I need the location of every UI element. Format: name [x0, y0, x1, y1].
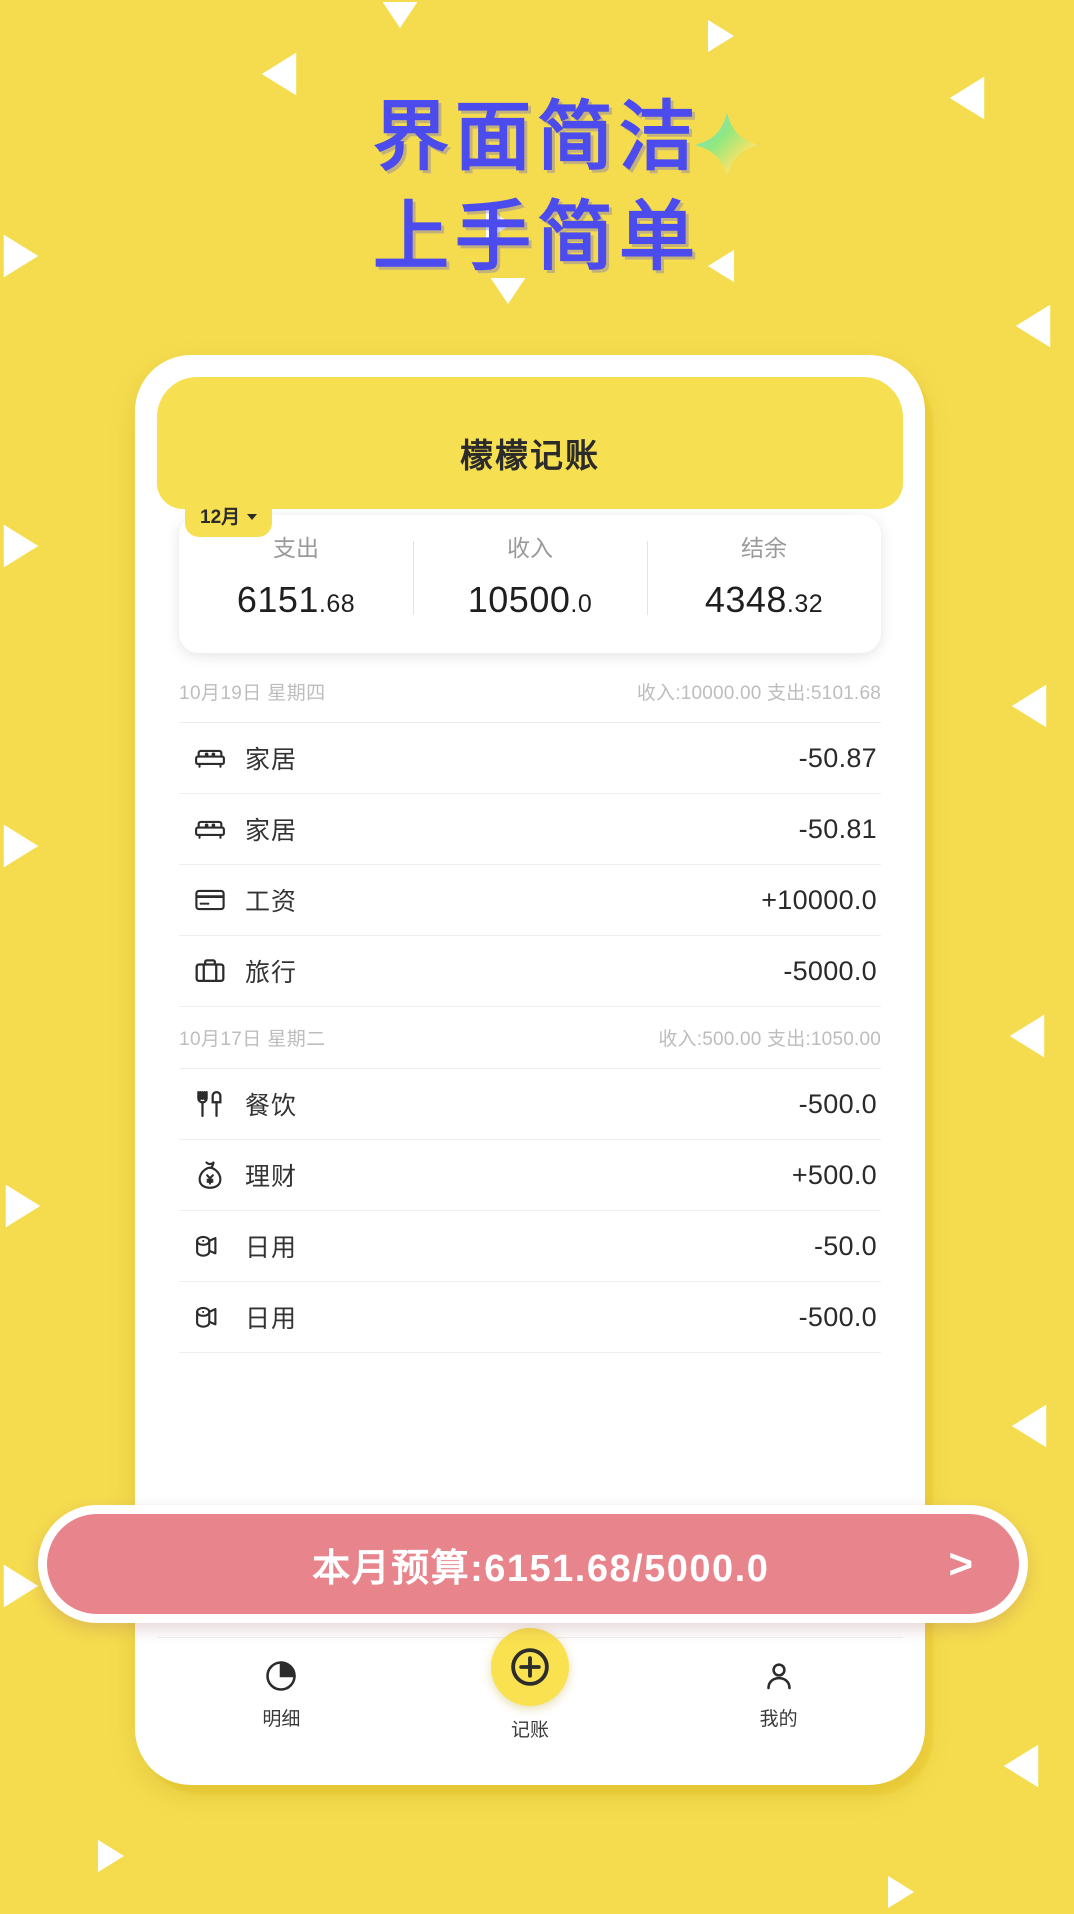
plus-circle-icon[interactable]: [491, 1628, 569, 1706]
app-header: 檬檬记账: [157, 377, 903, 509]
transaction-category: 餐饮: [245, 1092, 298, 1120]
date-totals: 收入:500.00 支出:1050.00: [658, 1029, 881, 1050]
summary-value-decimal: .32: [786, 590, 824, 618]
nav-label-add: 记账: [511, 1720, 550, 1741]
money-bag-icon: [187, 1158, 233, 1192]
summary-card: 支出 6151.68 收入 10500.0 结余 4348.32: [179, 515, 881, 653]
transaction-amount: +500.0: [791, 1159, 877, 1190]
credit-card-icon: [187, 883, 233, 917]
transaction-row[interactable]: 日用 -50.0: [179, 1211, 881, 1282]
chevron-right-icon: >: [948, 1540, 973, 1587]
transaction-amount: -500.0: [798, 1301, 877, 1332]
monthly-budget-banner[interactable]: 本月预算:6151.68/5000.0 >: [38, 1505, 1028, 1623]
month-label: 12月: [200, 507, 241, 528]
headline-line-1: 界面简洁: [373, 95, 701, 180]
decor-triangle: [97, 1839, 125, 1873]
summary-value-decimal: .68: [318, 590, 356, 618]
decor-triangle: [1011, 684, 1047, 728]
decor-triangle: [3, 524, 39, 568]
transaction-amount: -50.81: [798, 813, 877, 844]
promo-headline: 界面简洁 上手简单: [0, 88, 1074, 289]
transaction-amount: -50.0: [813, 1230, 877, 1261]
transaction-row[interactable]: 家居 -50.87: [179, 723, 881, 794]
summary-value: 6151.68: [179, 579, 413, 621]
summary-value: 10500.0: [413, 579, 647, 621]
bottom-nav: 明细 记账 我的: [157, 1628, 903, 1763]
transaction-category: 家居: [245, 746, 298, 774]
summary-label: 收入: [507, 535, 553, 561]
decor-triangle: [1015, 304, 1051, 348]
date-totals: 收入:10000.00 支出:5101.68: [636, 683, 881, 704]
transaction-category: 工资: [245, 888, 298, 916]
summary-value-integer: 4348: [704, 579, 787, 620]
nav-item-detail[interactable]: 明细: [157, 1654, 406, 1731]
suitcase-icon: [187, 954, 233, 988]
decor-triangle: [707, 19, 735, 53]
headline-line-2: 上手简单: [373, 195, 701, 281]
transaction-row[interactable]: 家居 -50.81: [179, 794, 881, 865]
transaction-category: 日用: [245, 1305, 298, 1333]
chevron-down-icon: [247, 514, 258, 520]
transaction-category: 日用: [245, 1234, 298, 1262]
transaction-row[interactable]: 餐饮 -500.0: [179, 1069, 881, 1140]
transaction-amount: -5000.0: [783, 955, 877, 986]
pie-chart-icon: [157, 1654, 406, 1698]
nav-label-mine: 我的: [759, 1709, 798, 1730]
decor-triangle: [3, 1564, 39, 1608]
transaction-row[interactable]: 旅行 -5000.0: [179, 936, 881, 1007]
decor-triangle: [5, 1184, 41, 1228]
summary-label: 结余: [741, 535, 787, 561]
toilet-paper-icon: [187, 1229, 233, 1263]
nav-item-add[interactable]: 记账: [406, 1628, 655, 1742]
nav-item-mine[interactable]: 我的: [654, 1654, 903, 1731]
summary-column: 收入 10500.0: [413, 529, 647, 653]
sofa-icon: [187, 741, 233, 775]
decor-triangle: [1011, 1404, 1047, 1448]
month-selector[interactable]: 12月: [185, 495, 273, 537]
date-group-header: 10月19日 星期四 收入:10000.00 支出:5101.68: [179, 661, 881, 723]
transaction-category: 家居: [245, 817, 298, 845]
transaction-category: 理财: [245, 1163, 298, 1191]
decor-triangle: [3, 824, 39, 868]
decor-triangle: [887, 1875, 915, 1909]
transaction-amount: -50.87: [798, 742, 877, 773]
fork-knife-icon: [187, 1087, 233, 1121]
toilet-paper-icon: [187, 1300, 233, 1334]
summary-value-decimal: .0: [570, 590, 593, 618]
transaction-list[interactable]: 10月19日 星期四 收入:10000.00 支出:5101.68 家居 -50.87…: [157, 661, 903, 1637]
summary-value: 4348.32: [647, 579, 881, 621]
date-group-header: 10月17日 星期二 收入:500.00 支出:1050.00: [179, 1007, 881, 1069]
transaction-amount: +10000.0: [761, 884, 877, 915]
summary-section: 12月 支出 6151.68 收入 10500.0 结余 4348.32: [157, 495, 903, 661]
summary-column: 支出 6151.68: [179, 529, 413, 653]
transaction-row[interactable]: 理财 +500.0: [179, 1140, 881, 1211]
transaction-row[interactable]: 日用 -500.0: [179, 1282, 881, 1353]
budget-text: 本月预算:6151.68/5000.0: [312, 1547, 770, 1590]
decor-triangle: [382, 1, 418, 29]
transaction-row[interactable]: 工资 +10000.0: [179, 865, 881, 936]
transaction-category: 旅行: [245, 959, 298, 987]
decor-triangle: [1009, 1014, 1045, 1058]
sofa-icon: [187, 812, 233, 846]
sparkle-star-icon: [690, 108, 764, 182]
summary-value-integer: 10500: [467, 579, 571, 620]
summary-value-integer: 6151: [236, 579, 319, 620]
date-label: 10月19日 星期四: [179, 683, 326, 704]
nav-label-detail: 明细: [262, 1709, 301, 1730]
date-label: 10月17日 星期二: [179, 1029, 326, 1050]
transaction-amount: -500.0: [798, 1088, 877, 1119]
decor-triangle: [1003, 1744, 1039, 1788]
person-icon: [654, 1654, 903, 1698]
summary-column: 结余 4348.32: [647, 529, 881, 653]
app-title: 檬檬记账: [460, 437, 600, 474]
